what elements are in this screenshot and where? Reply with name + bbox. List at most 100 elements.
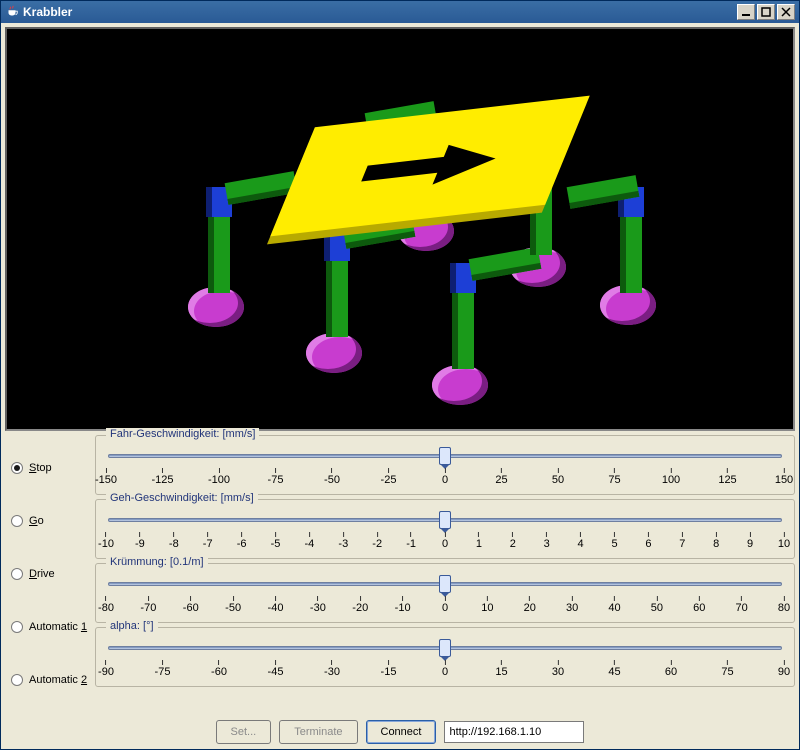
tick-label: -10	[98, 532, 114, 550]
tick-label: -3	[338, 532, 348, 550]
mode-radio-group: Stop Go Drive Automatic 1 Automatic 2	[5, 433, 95, 715]
slider-fahr-legend: Fahr-Geschwindigkeit: [mm/s]	[106, 428, 259, 440]
tick-label: -60	[183, 596, 199, 614]
tick-label: -5	[271, 532, 281, 550]
tick-label: -75	[155, 660, 171, 678]
connect-button[interactable]: Connect	[366, 720, 437, 744]
radio-dot	[11, 568, 23, 580]
mode-automatic-2[interactable]: Automatic 2	[5, 656, 95, 704]
window-buttons	[737, 4, 795, 20]
tick-label: 50	[552, 468, 564, 486]
slider-kruem-ticks: -80-70-60-50-40-30-20-100102030405060708…	[106, 596, 784, 618]
mode-go-label: Go	[29, 515, 44, 527]
slider-geh-track[interactable]	[108, 512, 782, 528]
slider-fahr-thumb[interactable]	[439, 447, 451, 465]
radio-dot	[11, 462, 23, 474]
slider-alpha-track[interactable]	[108, 640, 782, 656]
tick-label: -10	[395, 596, 411, 614]
slider-fahr-ticks: -150-125-100-75-50-250255075100125150	[106, 468, 784, 490]
controls-panel: Stop Go Drive Automatic 1 Automatic 2	[1, 433, 799, 715]
slider-kruem-group: Krümmung: [0.1/m] -80-70-60-50-40-30-20-…	[95, 563, 795, 623]
slider-fahr-group: Fahr-Geschwindigkeit: [mm/s] -150-125-10…	[95, 435, 795, 495]
sliders: Fahr-Geschwindigkeit: [mm/s] -150-125-10…	[95, 433, 795, 715]
tick-label: -75	[268, 468, 284, 486]
slider-geh-legend: Geh-Geschwindigkeit: [mm/s]	[106, 492, 258, 504]
tick-label: -50	[225, 596, 241, 614]
tick-label: -90	[98, 660, 114, 678]
terminate-button[interactable]: Terminate	[279, 720, 357, 744]
tick-label: 50	[651, 596, 663, 614]
close-button[interactable]	[777, 4, 795, 20]
tick-label: 10	[778, 532, 790, 550]
tick-label: -15	[381, 660, 397, 678]
tick-label: -80	[98, 596, 114, 614]
tick-label: 8	[713, 532, 719, 550]
slider-kruem-legend: Krümmung: [0.1/m]	[106, 556, 208, 568]
forward-arrow-icon	[346, 134, 514, 199]
slider-fahr-track[interactable]	[108, 448, 782, 464]
tick-label: 10	[481, 596, 493, 614]
mode-automatic-1[interactable]: Automatic 1	[5, 603, 95, 651]
tick-label: 125	[718, 468, 736, 486]
tick-label: 75	[721, 660, 733, 678]
mode-drive[interactable]: Drive	[5, 550, 95, 598]
bottom-toolbar: Set... Terminate Connect	[1, 715, 799, 749]
tick-label: 45	[608, 660, 620, 678]
tick-label: 0	[442, 660, 448, 678]
tick-label: -50	[324, 468, 340, 486]
tick-label: -100	[208, 468, 230, 486]
set-button[interactable]: Set...	[216, 720, 272, 744]
tick-label: 7	[679, 532, 685, 550]
tick-label: -4	[305, 532, 315, 550]
titlebar[interactable]: Krabbler	[1, 1, 799, 23]
tick-label: 60	[665, 660, 677, 678]
tick-label: -30	[324, 660, 340, 678]
tick-label: 3	[544, 532, 550, 550]
robot-model	[170, 87, 630, 387]
slider-kruem-track[interactable]	[108, 576, 782, 592]
slider-geh-ticks: -10-9-8-7-6-5-4-3-2-1012345678910	[106, 532, 784, 554]
app-window: Krabbler	[0, 0, 800, 750]
maximize-button[interactable]	[757, 4, 775, 20]
tick-label: 15	[495, 660, 507, 678]
tick-label: 1	[476, 532, 482, 550]
tick-label: -2	[372, 532, 382, 550]
tick-label: -20	[352, 596, 368, 614]
tick-label: 100	[662, 468, 680, 486]
mode-stop-label: Stop	[29, 462, 52, 474]
tick-label: 9	[747, 532, 753, 550]
slider-geh-thumb[interactable]	[439, 511, 451, 529]
tick-label: 4	[578, 532, 584, 550]
tick-label: 150	[775, 468, 793, 486]
tick-label: 6	[645, 532, 651, 550]
minimize-button[interactable]	[737, 4, 755, 20]
mode-stop[interactable]: Stop	[5, 444, 95, 492]
tick-label: -150	[95, 468, 117, 486]
tick-label: -25	[381, 468, 397, 486]
mode-go[interactable]: Go	[5, 497, 95, 545]
tick-label: -40	[268, 596, 284, 614]
mode-auto2-label: Automatic 2	[29, 674, 87, 686]
tick-label: 40	[608, 596, 620, 614]
radio-dot	[11, 621, 23, 633]
tick-label: 25	[495, 468, 507, 486]
robot-3d-viewport[interactable]	[5, 27, 795, 431]
mode-drive-label: Drive	[29, 568, 55, 580]
tick-label: 30	[566, 596, 578, 614]
tick-label: -7	[203, 532, 213, 550]
tick-label: -70	[140, 596, 156, 614]
tick-label: 0	[442, 532, 448, 550]
url-input[interactable]	[444, 721, 584, 743]
tick-label: -8	[169, 532, 179, 550]
slider-alpha-group: alpha: [°] -90-75-60-45-30-1501530456075…	[95, 627, 795, 687]
slider-kruem-thumb[interactable]	[439, 575, 451, 593]
tick-label: 0	[442, 596, 448, 614]
tick-label: 20	[524, 596, 536, 614]
tick-label: 5	[611, 532, 617, 550]
tick-label: 80	[778, 596, 790, 614]
tick-label: -9	[135, 532, 145, 550]
tick-label: -30	[310, 596, 326, 614]
window-title: Krabbler	[23, 5, 737, 19]
slider-alpha-thumb[interactable]	[439, 639, 451, 657]
radio-dot	[11, 674, 23, 686]
